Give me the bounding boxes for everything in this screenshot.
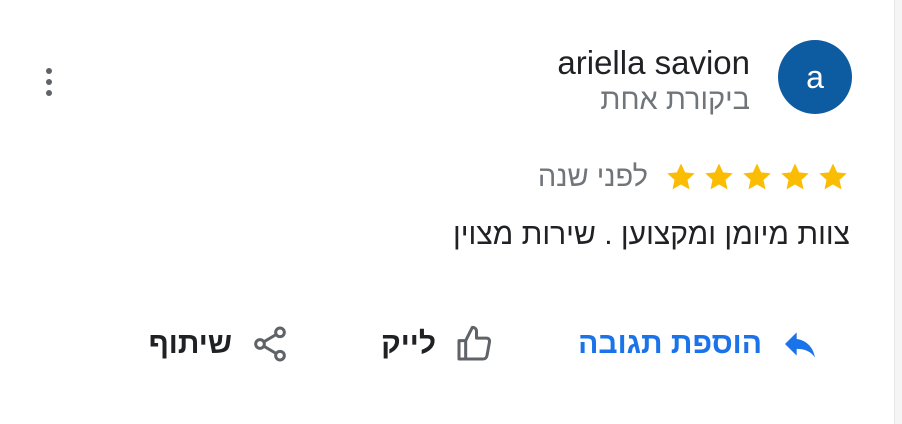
share-button-label: שיתוף <box>148 327 232 360</box>
like-button-label: לייק <box>381 327 436 360</box>
author-review-count: ביקורת אחת <box>600 84 750 116</box>
star-rating <box>664 160 850 194</box>
star-icon <box>705 163 733 190</box>
thumbs-up-icon <box>457 325 492 361</box>
more-options-button[interactable] <box>34 62 64 102</box>
review-text: צוות מיומן ומקצוען . שירות מצוין <box>452 218 850 251</box>
star-icon <box>667 163 695 190</box>
avatar[interactable]: a <box>778 40 852 114</box>
more-vertical-icon-dot <box>46 90 52 96</box>
more-vertical-icon-dot <box>46 79 52 85</box>
star-icon <box>781 163 809 190</box>
scrollbar-track[interactable] <box>894 0 902 424</box>
star-icon <box>743 163 771 190</box>
like-button[interactable]: לייק <box>381 324 494 364</box>
share-icon <box>254 326 286 362</box>
more-vertical-icon <box>46 68 52 74</box>
reply-button[interactable]: הוספת תגובה <box>578 324 820 364</box>
avatar-letter: a <box>806 58 824 95</box>
reply-button-label: הוספת תגובה <box>578 327 762 360</box>
rating-row: לפני שנה <box>538 160 850 194</box>
review-date: לפני שנה <box>537 160 648 193</box>
author-name[interactable]: ariella savion <box>557 44 750 82</box>
star-icon <box>819 163 847 190</box>
share-button[interactable]: שיתוף <box>149 324 290 364</box>
reply-icon <box>785 332 815 358</box>
